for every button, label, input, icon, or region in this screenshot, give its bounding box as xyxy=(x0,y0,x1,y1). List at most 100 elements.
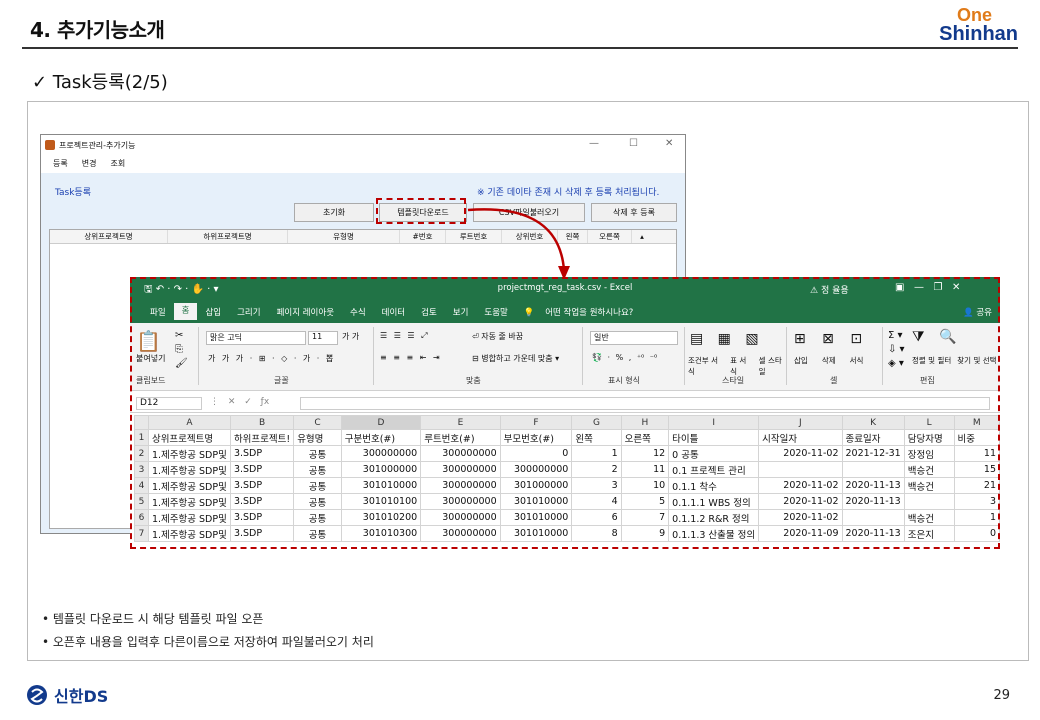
column-letter[interactable]: J xyxy=(758,415,843,430)
row-number[interactable]: 5 xyxy=(134,493,149,510)
edit-buttons[interactable]: 정렬 및 필터 찾기 및 선택 xyxy=(912,355,997,366)
column-letter[interactable]: H xyxy=(620,415,670,430)
font-name-select[interactable]: 맑은 고딕 xyxy=(206,331,306,345)
cell[interactable]: 6 xyxy=(571,509,622,526)
column-letter[interactable]: M xyxy=(953,415,1000,430)
column-letter[interactable]: F xyxy=(499,415,573,430)
paste-label[interactable]: 붙여넣기 xyxy=(136,353,165,364)
cell[interactable]: 공통 xyxy=(293,477,342,494)
cell[interactable]: 301010000 xyxy=(340,477,422,494)
cell[interactable]: 조은지 xyxy=(903,525,955,542)
font-size-select[interactable]: 11 xyxy=(308,331,338,345)
menu-item-query[interactable]: 조회 xyxy=(110,158,125,169)
cell[interactable]: 2020-11-13 xyxy=(841,477,905,494)
cell[interactable]: 0.1.1.2 R&R 정의 xyxy=(668,509,760,526)
cell[interactable]: 1.제주항공 SDP및 xyxy=(147,525,231,542)
cell[interactable]: 9 xyxy=(620,525,670,542)
cell-buttons[interactable]: 삽입 삭제 서식 xyxy=(794,355,863,366)
cell[interactable]: 300000000 xyxy=(420,461,501,478)
merge-center-button[interactable]: ⊟ 병합하고 가운데 맞춤 ▾ xyxy=(472,353,559,364)
cell[interactable]: 4 xyxy=(571,493,622,510)
cell[interactable] xyxy=(903,493,955,510)
tab-formulas[interactable]: 수식 xyxy=(342,306,374,320)
share-button[interactable]: 👤 공유 xyxy=(963,306,992,318)
cell[interactable]: 0.1.1 착수 xyxy=(668,477,760,494)
grid-scroll-icon[interactable]: ▴ xyxy=(632,230,652,243)
cell[interactable] xyxy=(758,461,843,478)
delete-register-button[interactable]: 삭제 후 등록 xyxy=(591,203,677,222)
row-number[interactable]: 7 xyxy=(134,525,149,542)
cell[interactable] xyxy=(841,461,905,478)
tab-review[interactable]: 검토 xyxy=(413,306,445,320)
cell[interactable]: 하위프로젝트! xyxy=(229,429,295,446)
cell[interactable]: 300000000 xyxy=(420,493,501,510)
tab-help[interactable]: 도움말 xyxy=(476,306,515,320)
cell[interactable]: 2020-11-09 xyxy=(758,525,843,542)
number-format-select[interactable]: 일반 xyxy=(590,331,678,345)
cell[interactable]: 공통 xyxy=(293,525,342,542)
reset-button[interactable]: 초기화 xyxy=(294,203,374,222)
wrap-text-button[interactable]: ⏎ 자동 줄 바꿈 xyxy=(472,331,523,342)
cell[interactable]: 공통 xyxy=(293,445,342,462)
tab-insert[interactable]: 삽입 xyxy=(197,306,229,320)
align-icons-top[interactable]: ☰ ☰ ☰ ⤢ xyxy=(380,331,428,341)
cell[interactable]: 공통 xyxy=(293,493,342,510)
row-number[interactable]: 1 xyxy=(134,429,149,446)
column-letter[interactable]: D xyxy=(340,415,422,430)
cell[interactable]: 301010200 xyxy=(340,509,422,526)
cell[interactable]: 3.SDP xyxy=(229,445,295,462)
cell[interactable]: 0 xyxy=(499,445,573,462)
cell[interactable]: 3 xyxy=(953,493,1000,510)
cell[interactable]: 부모번호(#) xyxy=(499,429,573,446)
spreadsheet-grid[interactable]: A B C D E F G H I J K L M 1 상위프로젝트명 하위프로젝트! 유형명 구분번호(#) 루트… xyxy=(134,415,1000,542)
cell[interactable] xyxy=(841,509,905,526)
name-box[interactable]: D12 xyxy=(136,397,202,410)
cell[interactable]: 5 xyxy=(620,493,670,510)
cell[interactable]: 시작일자 xyxy=(758,429,843,446)
cell[interactable]: 타이틀 xyxy=(668,429,760,446)
cell[interactable]: 2021-12-31 xyxy=(841,445,905,462)
cell[interactable]: 3.SDP xyxy=(229,477,295,494)
cell[interactable]: 2020-11-02 xyxy=(758,477,843,494)
cell[interactable]: 1.제주항공 SDP및 xyxy=(147,461,231,478)
column-letter[interactable]: B xyxy=(229,415,295,430)
menu-item-register[interactable]: 등록 xyxy=(53,158,68,169)
tab-draw[interactable]: 그리기 xyxy=(229,306,268,320)
cell[interactable]: 8 xyxy=(571,525,622,542)
align-icons-bottom[interactable]: ≡ ≡ ≡ ⇤ ⇥ xyxy=(380,353,440,362)
cell[interactable]: 301010300 xyxy=(340,525,422,542)
cell[interactable]: 백승건 xyxy=(903,461,955,478)
row-number[interactable]: 2 xyxy=(134,445,149,462)
cell[interactable]: 공통 xyxy=(293,461,342,478)
cell[interactable]: 21 xyxy=(953,477,1000,494)
font-grow-icon[interactable]: 가 가 xyxy=(342,331,359,342)
column-letter[interactable] xyxy=(134,415,149,430)
formula-icons[interactable]: ⋮ ✕ ✓ ƒx xyxy=(210,397,269,407)
column-letter[interactable]: E xyxy=(420,415,501,430)
cell[interactable]: 10 xyxy=(620,477,670,494)
cell[interactable]: 구분번호(#) xyxy=(340,429,422,446)
style-icons[interactable]: ▤ ▦ ▧ xyxy=(690,331,759,347)
cell[interactable]: 7 xyxy=(620,509,670,526)
cell[interactable]: 1.제주항공 SDP및 xyxy=(147,477,231,494)
cell[interactable]: 2020-11-13 xyxy=(841,493,905,510)
cell[interactable]: 2 xyxy=(571,461,622,478)
cell[interactable]: 3.SDP xyxy=(229,461,295,478)
column-letter[interactable]: K xyxy=(841,415,905,430)
cell[interactable]: 백승건 xyxy=(903,477,955,494)
tell-me-box[interactable]: 💡 어떤 작업을 원하시나요? xyxy=(516,306,649,320)
cell[interactable]: 0.1 프로젝트 관리 xyxy=(668,461,760,478)
cell[interactable]: 12 xyxy=(620,445,670,462)
cell[interactable]: 300000000 xyxy=(340,445,422,462)
window-controls[interactable]: ▣ — ❐ ✕ xyxy=(895,282,960,293)
tab-data[interactable]: 데이터 xyxy=(374,306,413,320)
cell[interactable]: 2020-11-02 xyxy=(758,445,843,462)
cell[interactable]: 유형명 xyxy=(293,429,342,446)
font-format-icons[interactable]: 가 가 가 · ⊞ · ◇ · 가 · 뽑 xyxy=(208,353,333,364)
formula-input[interactable] xyxy=(300,397,990,410)
cell[interactable]: 1.제주항공 SDP및 xyxy=(147,493,231,510)
cell[interactable]: 3.SDP xyxy=(229,525,295,542)
cell[interactable]: 301010000 xyxy=(499,493,573,510)
column-letter[interactable]: I xyxy=(668,415,760,430)
row-number[interactable]: 3 xyxy=(134,461,149,478)
